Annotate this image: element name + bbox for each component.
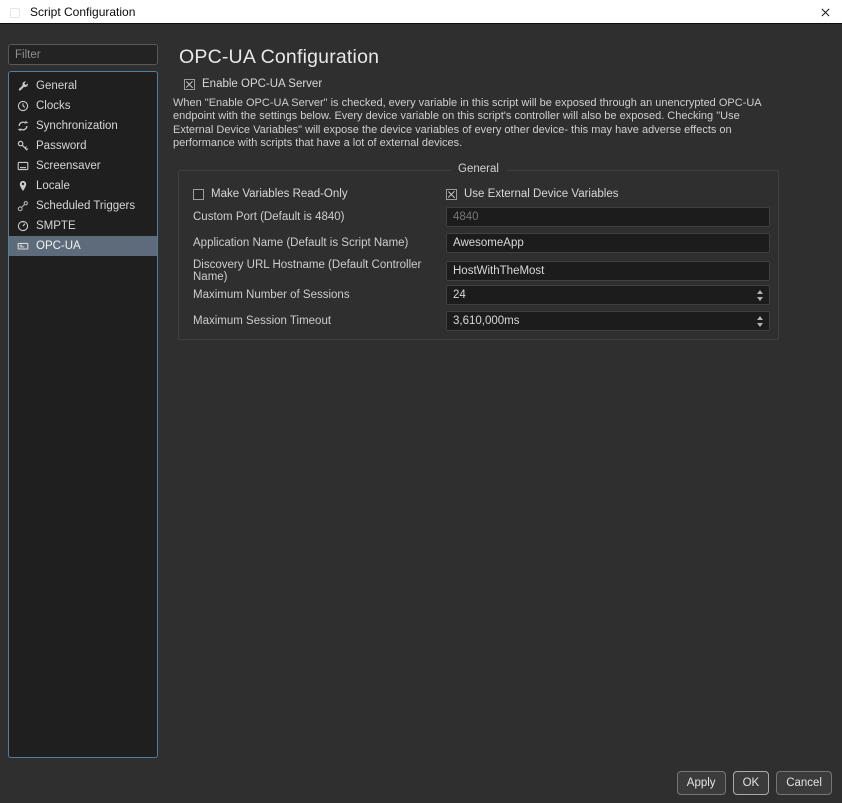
key-icon (16, 140, 29, 153)
sidebar-item-label: SMPTE (36, 220, 76, 232)
wrench-icon (16, 80, 29, 93)
clock-icon (16, 100, 29, 113)
sidebar-item-clocks[interactable]: Clocks (9, 96, 157, 116)
make-variables-read-only-checkbox[interactable] (193, 189, 204, 200)
use-external-device-variables-checkbox[interactable] (446, 189, 457, 200)
discovery-url-hostname-input[interactable]: HostWithTheMost (446, 261, 770, 281)
sidebar-item-scheduled-triggers[interactable]: Scheduled Triggers (9, 196, 157, 216)
screen-icon (16, 160, 29, 173)
application-name-label: Application Name (Default is Script Name… (193, 237, 446, 249)
sync-icon (16, 120, 29, 133)
discovery-url-hostname-label: Discovery URL Hostname (Default Controll… (193, 259, 446, 283)
sidebar-item-locale[interactable]: Locale (9, 176, 157, 196)
spinner-arrows[interactable] (755, 312, 765, 330)
window-title: Script Configuration (30, 5, 135, 19)
field-row: Maximum Number of Sessions 24 (193, 285, 770, 305)
apply-button[interactable]: Apply (677, 771, 726, 795)
maximum-session-timeout-value: 3,610,000ms (453, 315, 520, 327)
gauge-icon (16, 220, 29, 233)
maximum-number-of-sessions-input[interactable]: 24 (446, 285, 770, 305)
field-row: Custom Port (Default is 4840) 4840 (193, 207, 770, 227)
sidebar-item-smpte[interactable]: SMPTE (9, 216, 157, 236)
maximum-number-of-sessions-value: 24 (453, 289, 466, 301)
enable-opc-ua-server-label: Enable OPC-UA Server (202, 78, 322, 90)
sidebar-item-label: Password (36, 140, 87, 152)
custom-port-input[interactable]: 4840 (446, 207, 770, 227)
enable-opc-ua-server-row[interactable]: Enable OPC-UA Server (184, 78, 322, 90)
sidebar-item-label: Screensaver (36, 160, 101, 172)
make-variables-read-only-label: Make Variables Read-Only (211, 188, 348, 200)
maximum-number-of-sessions-label: Maximum Number of Sessions (193, 289, 446, 301)
app-icon (9, 6, 21, 18)
pin-icon (16, 180, 29, 193)
use-external-device-variables-row[interactable]: Use External Device Variables (446, 187, 766, 201)
link-icon (16, 200, 29, 213)
spin-up-icon[interactable] (757, 316, 763, 320)
filter-input[interactable] (8, 44, 158, 65)
custom-port-value: 4840 (453, 211, 479, 223)
titlebar: Script Configuration (0, 0, 842, 24)
spin-up-icon[interactable] (757, 290, 763, 294)
group-checkbox-row: Make Variables Read-Only Use External De… (193, 187, 766, 201)
general-group-box: General Make Variables Read-Only Use Ext… (178, 170, 779, 340)
field-row: Maximum Session Timeout 3,610,000ms (193, 311, 770, 331)
network-icon (16, 240, 29, 253)
ok-button[interactable]: OK (733, 771, 770, 795)
discovery-url-hostname-value: HostWithTheMost (453, 265, 544, 277)
spin-down-icon[interactable] (757, 297, 763, 301)
description-text: When "Enable OPC-UA Server" is checked, … (173, 97, 833, 151)
sidebar-item-password[interactable]: Password (9, 136, 157, 156)
application-name-value: AwesomeApp (453, 237, 524, 249)
sidebar-item-label: OPC-UA (36, 240, 81, 252)
custom-port-label: Custom Port (Default is 4840) (193, 211, 446, 223)
sidebar-item-opc-ua[interactable]: OPC-UA (9, 236, 157, 256)
maximum-session-timeout-label: Maximum Session Timeout (193, 315, 446, 327)
cancel-button[interactable]: Cancel (776, 771, 832, 795)
sidebar-item-synchronization[interactable]: Synchronization (9, 116, 157, 136)
sidebar-item-general[interactable]: General (9, 76, 157, 96)
field-row: Application Name (Default is Script Name… (193, 233, 770, 253)
footer-buttons: Apply OK Cancel (677, 771, 832, 795)
field-row: Discovery URL Hostname (Default Controll… (193, 259, 770, 279)
sidebar-item-label: Clocks (36, 100, 71, 112)
sidebar-item-label: Scheduled Triggers (36, 200, 135, 212)
spinner-arrows[interactable] (755, 286, 765, 304)
sidebar-item-screensaver[interactable]: Screensaver (9, 156, 157, 176)
sidebar-category-list[interactable]: General Clocks Synchronization Password … (8, 71, 158, 758)
application-name-input[interactable]: AwesomeApp (446, 233, 770, 253)
spin-down-icon[interactable] (757, 323, 763, 327)
close-icon[interactable] (815, 4, 835, 20)
sidebar-item-label: General (36, 80, 77, 92)
sidebar-item-label: Synchronization (36, 120, 118, 132)
script-configuration-dialog: Script Configuration General Clocks Sync… (0, 0, 842, 803)
page-title: OPC-UA Configuration (179, 46, 379, 69)
use-external-device-variables-label: Use External Device Variables (464, 188, 618, 200)
enable-opc-ua-server-checkbox[interactable] (184, 79, 195, 90)
group-title: General (451, 163, 506, 175)
sidebar-item-label: Locale (36, 180, 70, 192)
make-variables-read-only-row[interactable]: Make Variables Read-Only (193, 187, 446, 201)
maximum-session-timeout-input[interactable]: 3,610,000ms (446, 311, 770, 331)
